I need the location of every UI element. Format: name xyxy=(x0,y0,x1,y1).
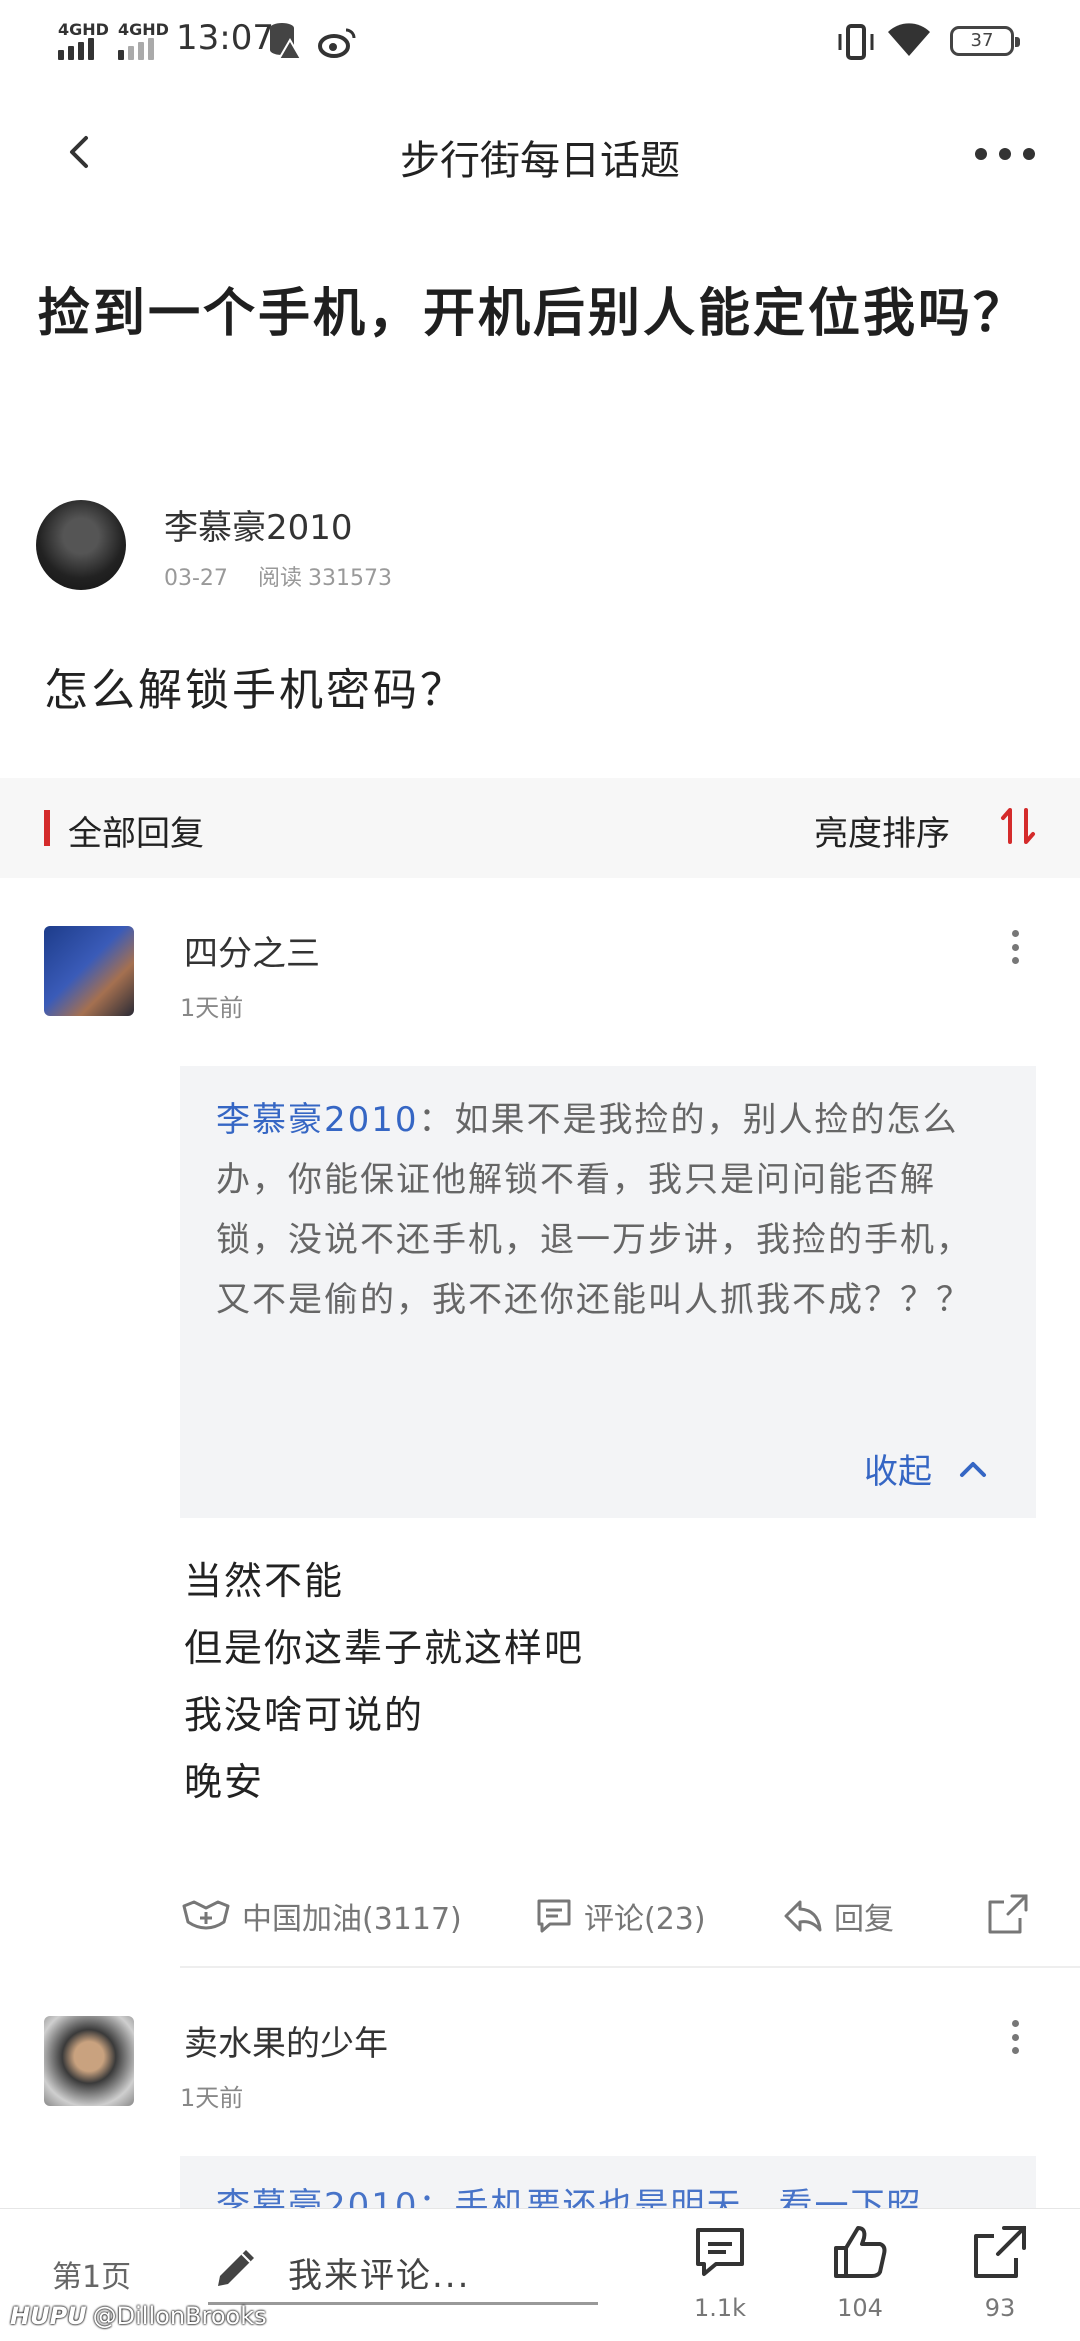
like-icon[interactable] xyxy=(830,2222,890,2282)
more-options-icon[interactable] xyxy=(975,148,1035,162)
page-title: 步行街每日话题 xyxy=(400,138,680,184)
network-indicator-1: 4GHD xyxy=(58,22,109,60)
post-meta: 03-27 阅读 331573 xyxy=(164,560,422,592)
sort-icon[interactable] xyxy=(1000,806,1036,846)
network-label: 4GHD xyxy=(58,20,109,39)
share-icon[interactable] xyxy=(986,1892,1030,1936)
comment-line: 晚安 xyxy=(184,1760,265,1804)
weibo-icon xyxy=(318,28,356,58)
comment-line: 但是你这辈子就这样吧 xyxy=(184,1626,585,1670)
comment-count-button[interactable]: 评论(23) xyxy=(534,1890,706,1942)
reply-icon xyxy=(784,1900,822,1932)
quoted-reply-text: 李慕豪2010：如果不是我捡的，别人捡的怎么办，你能保证他解锁不看，我只是问问能… xyxy=(216,1090,1006,1330)
reads-count: 331573 xyxy=(307,566,392,591)
status-bar: 4GHD 4GHD 13:07 37 xyxy=(0,0,1080,86)
comment-time: 1天前 xyxy=(180,2084,244,2112)
author-name[interactable]: 李慕豪2010 xyxy=(164,500,353,549)
watermark: HUPU @DillonBrooks xyxy=(10,2302,267,2330)
author-avatar[interactable] xyxy=(36,500,126,590)
cheer-icon xyxy=(182,1900,230,1930)
reads-label: 阅读 xyxy=(257,566,302,591)
vibrate-icon xyxy=(838,24,874,60)
sort-by-brightness-button[interactable]: 亮度排序 xyxy=(814,806,950,855)
signal-icon xyxy=(58,38,109,60)
chevron-up-icon[interactable] xyxy=(958,1458,988,1480)
wifi-icon xyxy=(888,23,930,56)
quoted-author[interactable]: 李慕豪2010 xyxy=(216,1100,419,1140)
section-accent-bar xyxy=(44,810,50,846)
comment-body: 当然不能 但是你这辈子就这样吧 我没啥可说的 晚安 xyxy=(184,1548,584,1816)
signal-icon xyxy=(118,38,169,60)
comment-icon xyxy=(537,1899,571,1933)
watermark-user: @DillonBrooks xyxy=(92,2302,267,2330)
clock: 13:07 xyxy=(176,18,274,58)
pencil-icon xyxy=(218,2250,254,2286)
collapse-button[interactable]: 收起 xyxy=(864,1444,932,1493)
comment-more-icon[interactable] xyxy=(1012,2020,1020,2054)
comments-count: 1.1k xyxy=(693,2294,747,2322)
comment-placeholder[interactable]: 我来评论... xyxy=(288,2248,470,2297)
post-date: 03-27 xyxy=(164,566,228,591)
comment-count-label: 评论(23) xyxy=(584,1902,706,1937)
battery-indicator: 37 xyxy=(950,26,1020,56)
shares-count: 93 xyxy=(984,2294,1016,2322)
network-indicator-2: 4GHD xyxy=(118,22,169,60)
comments-icon[interactable] xyxy=(690,2222,750,2282)
comment-more-icon[interactable] xyxy=(1012,930,1020,964)
post-body: 怎么解锁手机密码？ xyxy=(44,665,467,716)
storage-warning-icon xyxy=(270,23,302,60)
share-post-icon[interactable] xyxy=(970,2222,1030,2282)
network-label: 4GHD xyxy=(118,20,169,39)
comment-line: 我没啥可说的 xyxy=(184,1693,425,1737)
cheer-label: 中国加油(3117) xyxy=(242,1902,462,1937)
reply-button[interactable]: 回复 xyxy=(782,1890,894,1942)
all-replies-title: 全部回复 xyxy=(68,814,204,854)
likes-count: 104 xyxy=(837,2294,883,2322)
comment-divider xyxy=(180,1966,1080,1968)
reply-label: 回复 xyxy=(834,1902,894,1937)
comment-line: 当然不能 xyxy=(184,1559,345,1603)
commenter-avatar[interactable] xyxy=(44,926,134,1016)
watermark-brand: HUPU xyxy=(10,2302,87,2330)
post-title: 捡到一个手机，开机后别人能定位我吗？ xyxy=(38,284,1029,344)
commenter-name[interactable]: 四分之三 xyxy=(184,926,320,975)
commenter-name[interactable]: 卖水果的少年 xyxy=(184,2016,388,2065)
cheer-button[interactable]: 中国加油(3117) xyxy=(180,1890,462,1942)
commenter-avatar[interactable] xyxy=(44,2016,134,2106)
comment-time: 1天前 xyxy=(180,994,244,1022)
page-indicator[interactable]: 第1页 xyxy=(52,2252,131,2296)
